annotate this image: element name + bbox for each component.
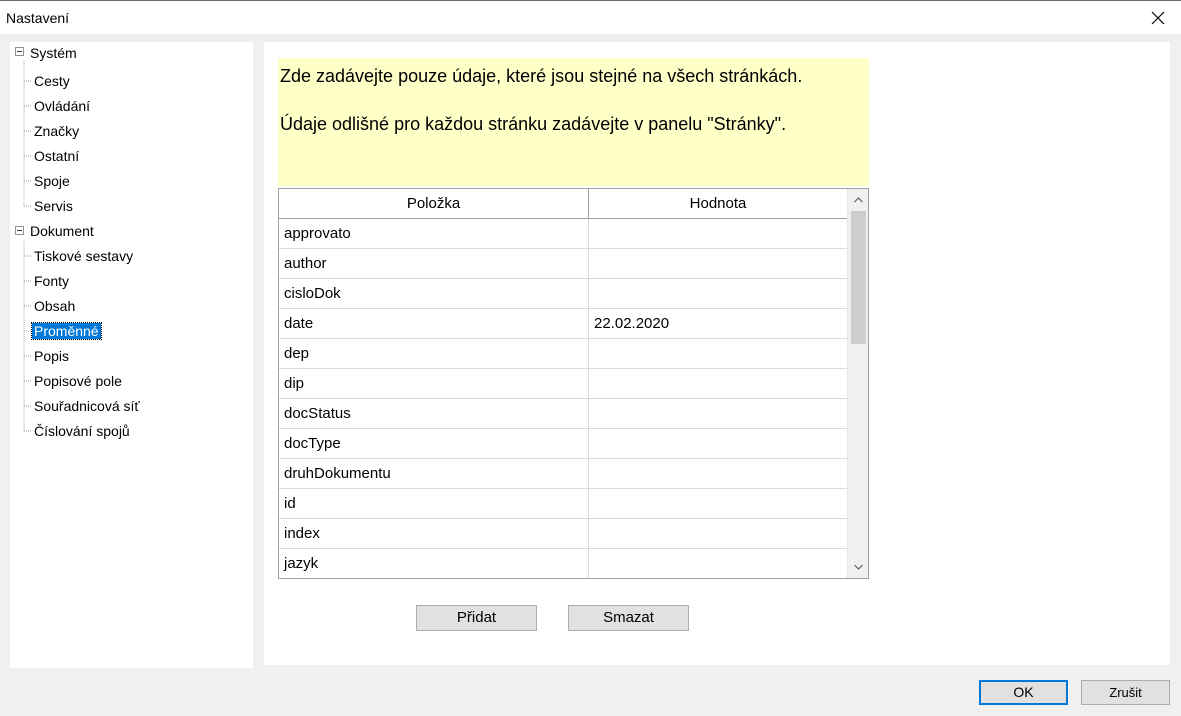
- title-bar: Nastavení: [0, 0, 1181, 34]
- cell-value[interactable]: [589, 369, 847, 399]
- cell-value[interactable]: [589, 519, 847, 549]
- variables-grid[interactable]: Položka Hodnota approvato author cisloDo…: [278, 188, 869, 579]
- cell-value[interactable]: [589, 339, 847, 369]
- tree-item-label: Číslování spojů: [34, 423, 130, 439]
- tree-item-system[interactable]: Systém: [30, 42, 77, 64]
- cell-value[interactable]: [589, 279, 847, 309]
- scroll-up-button[interactable]: [848, 191, 868, 209]
- cell-value[interactable]: [589, 459, 847, 489]
- tree-item-label: Systém: [30, 45, 77, 61]
- tree-item-label: Cesty: [34, 73, 70, 89]
- table-row[interactable]: dep: [279, 339, 847, 369]
- grid-rows: approvato author cisloDok date 22.02.2020…: [279, 219, 847, 578]
- info-notice: Zde zadávejte pouze údaje, které jsou st…: [278, 58, 869, 186]
- table-row[interactable]: cisloDok: [279, 279, 847, 309]
- cell-item[interactable]: dip: [279, 369, 589, 399]
- cell-value[interactable]: [589, 489, 847, 519]
- table-row[interactable]: date 22.02.2020: [279, 309, 847, 339]
- tree-item-popis[interactable]: Popis: [34, 345, 69, 367]
- table-row[interactable]: docStatus: [279, 399, 847, 429]
- grid-header: Položka Hodnota: [279, 189, 847, 219]
- cell-item[interactable]: author: [279, 249, 589, 279]
- notice-line-1: Zde zadávejte pouze údaje, které jsou st…: [280, 66, 803, 86]
- scroll-down-button[interactable]: [848, 558, 868, 576]
- table-row[interactable]: druhDokumentu: [279, 459, 847, 489]
- table-row[interactable]: id: [279, 489, 847, 519]
- tree-item-label: Ovládání: [34, 98, 91, 114]
- add-button[interactable]: Přidat: [416, 605, 537, 631]
- scroll-thumb[interactable]: [851, 211, 866, 344]
- cancel-button[interactable]: Zrušit: [1081, 680, 1170, 705]
- tree-item-label: Souřadnicová síť: [34, 398, 140, 414]
- tree-item-label: Obsah: [34, 298, 76, 314]
- column-header-item[interactable]: Položka: [279, 189, 589, 219]
- tree-item-obsah[interactable]: Obsah: [34, 295, 75, 317]
- tree-item-ostatni[interactable]: Ostatní: [34, 145, 79, 167]
- collapse-icon[interactable]: [15, 226, 24, 235]
- column-header-value[interactable]: Hodnota: [589, 189, 847, 219]
- tree-item-ovladani[interactable]: Ovládání: [34, 95, 90, 117]
- table-row[interactable]: author: [279, 249, 847, 279]
- tree-item-promenne[interactable]: Proměnné: [31, 320, 102, 342]
- cell-value[interactable]: [589, 219, 847, 249]
- tree-item-servis[interactable]: Servis: [34, 195, 73, 217]
- ok-button[interactable]: OK: [979, 680, 1068, 705]
- cell-item[interactable]: id: [279, 489, 589, 519]
- variables-panel: Zde zadávejte pouze údaje, které jsou st…: [264, 42, 1170, 665]
- tree-item-souradnicova-sit[interactable]: Souřadnicová síť: [34, 395, 140, 417]
- tree-item-label: Servis: [34, 198, 73, 214]
- table-row[interactable]: approvato: [279, 219, 847, 249]
- tree-item-spoje[interactable]: Spoje: [34, 170, 70, 192]
- cell-item[interactable]: docType: [279, 429, 589, 459]
- chevron-up-icon: [853, 197, 863, 203]
- tree-item-label-selected: Proměnné: [31, 322, 102, 340]
- settings-tree: Systém Cesty Ovládání Značky Ostatní Spo…: [10, 42, 253, 668]
- cell-item[interactable]: jazyk: [279, 549, 589, 578]
- tree-item-znacky[interactable]: Značky: [34, 120, 79, 142]
- cell-item[interactable]: approvato: [279, 219, 589, 249]
- cell-item[interactable]: druhDokumentu: [279, 459, 589, 489]
- notice-line-2: Údaje odlišné pro každou stránku zadávej…: [280, 114, 787, 134]
- tree-item-label: Popis: [34, 348, 70, 364]
- close-icon: [1151, 11, 1165, 24]
- cell-item[interactable]: dep: [279, 339, 589, 369]
- tree-item-dokument[interactable]: Dokument: [30, 220, 94, 242]
- tree-item-cislovani-spoju[interactable]: Číslování spojů: [34, 420, 130, 442]
- cell-value[interactable]: [589, 429, 847, 459]
- close-button[interactable]: [1135, 1, 1181, 34]
- tree-item-label: Dokument: [30, 223, 94, 239]
- table-row[interactable]: dip: [279, 369, 847, 399]
- tree-item-tiskove-sestavy[interactable]: Tiskové sestavy: [34, 245, 133, 267]
- tree-item-fonty[interactable]: Fonty: [34, 270, 69, 292]
- tree-item-popisove-pole[interactable]: Popisové pole: [34, 370, 122, 392]
- cell-item[interactable]: docStatus: [279, 399, 589, 429]
- window-title: Nastavení: [6, 10, 70, 26]
- cell-item[interactable]: date: [279, 309, 589, 339]
- tree-item-label: Tiskové sestavy: [34, 248, 134, 264]
- cell-value[interactable]: 22.02.2020: [589, 309, 847, 339]
- tree-item-label: Značky: [34, 123, 80, 139]
- cell-value[interactable]: [589, 549, 847, 578]
- table-row[interactable]: docType: [279, 429, 847, 459]
- chevron-down-icon: [853, 564, 863, 570]
- tree-item-label: Popisové pole: [34, 373, 122, 389]
- tree-item-cesty[interactable]: Cesty: [34, 70, 70, 92]
- vertical-scrollbar[interactable]: [847, 189, 868, 578]
- tree-item-label: Ostatní: [34, 148, 80, 164]
- table-row[interactable]: index: [279, 519, 847, 549]
- tree-item-label: Spoje: [34, 173, 70, 189]
- collapse-icon[interactable]: [15, 47, 24, 56]
- tree-item-label: Fonty: [34, 273, 70, 289]
- cell-value[interactable]: [589, 399, 847, 429]
- table-row[interactable]: jazyk: [279, 549, 847, 578]
- cell-item[interactable]: cisloDok: [279, 279, 589, 309]
- cell-value[interactable]: [589, 249, 847, 279]
- delete-button[interactable]: Smazat: [568, 605, 689, 631]
- cell-item[interactable]: index: [279, 519, 589, 549]
